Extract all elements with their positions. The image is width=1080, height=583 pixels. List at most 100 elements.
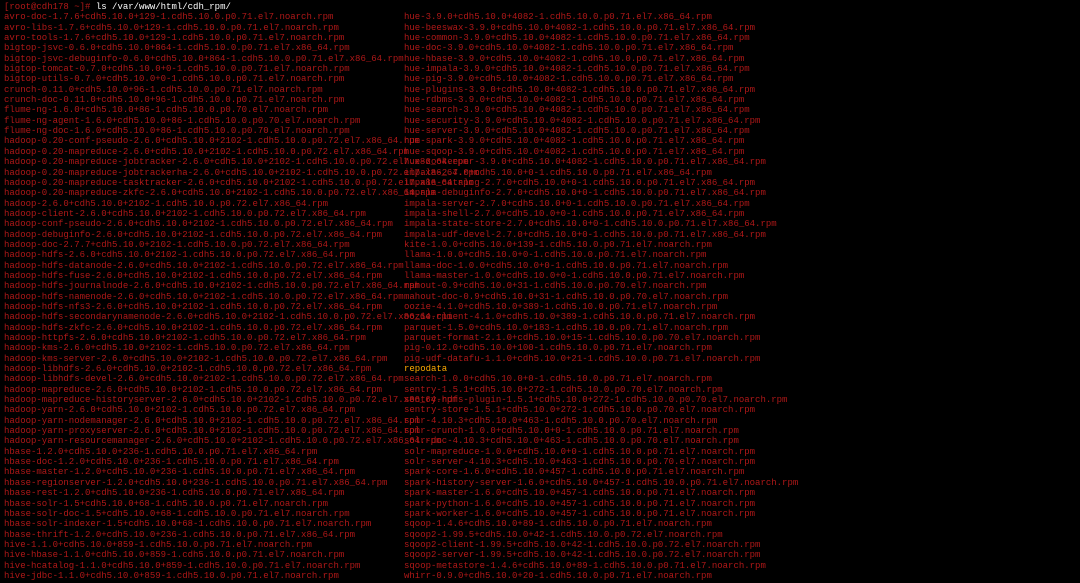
file-entry: hadoop-mapreduce-historyserver-2.6.0+cdh… [4,395,404,405]
file-entry: spark-master-1.6.0+cdh5.10.0+457-1.cdh5.… [404,488,1076,498]
file-entry: impala-2.7.0+cdh5.10.0+0-1.cdh5.10.0.p0.… [404,168,1076,178]
file-entry: hbase-solr-doc-1.5+cdh5.10.0+68-1.cdh5.1… [4,509,404,519]
file-entry: hadoop-httpfs-2.6.0+cdh5.10.0+2102-1.cdh… [4,333,404,343]
file-entry: hadoop-kms-server-2.6.0+cdh5.10.0+2102-1… [4,354,404,364]
file-entry: avro-tools-1.7.6+cdh5.10.0+129-1.cdh5.10… [4,33,404,43]
file-entry: hadoop-hdfs-fuse-2.6.0+cdh5.10.0+2102-1.… [4,271,404,281]
file-entry: hue-impala-3.9.0+cdh5.10.0+4082-1.cdh5.1… [404,64,1076,74]
file-entry: pig-0.12.0+cdh5.10.0+100-1.cdh5.10.0.p0.… [404,343,1076,353]
file-entry: impala-udf-devel-2.7.0+cdh5.10.0+0-1.cdh… [404,230,1076,240]
command: ls [96,2,107,12]
file-entry: hbase-solr-1.5+cdh5.10.0+68-1.cdh5.10.0.… [4,499,404,509]
file-entry: hadoop-yarn-proxyserver-2.6.0+cdh5.10.0+… [4,426,404,436]
shell-prompt: [root@cdh178 ~]# ls /var/www/html/cdh_rp… [4,2,1076,12]
file-entry: whirr-0.9.0+cdh5.10.0+20-1.cdh5.10.0.p0.… [404,571,1076,581]
file-entry: impala-debuginfo-2.7.0+cdh5.10.0+0-1.cdh… [404,188,1076,198]
file-entry: sentry-1.5.1+cdh5.10.0+272-1.cdh5.10.0.p… [404,385,1076,395]
file-entry: impala-server-2.7.0+cdh5.10.0+0-1.cdh5.1… [404,199,1076,209]
file-entry: impala-catalog-2.7.0+cdh5.10.0+0-1.cdh5.… [404,178,1076,188]
file-entry: bigtop-utils-0.7.0+cdh5.10.0+0-1.cdh5.10… [4,74,404,84]
file-entry: hue-3.9.0+cdh5.10.0+4082-1.cdh5.10.0.p0.… [404,12,1076,22]
file-entry: solr-server-4.10.3+cdh5.10.0+463-1.cdh5.… [404,457,1076,467]
file-entry: hadoop-hdfs-journalnode-2.6.0+cdh5.10.0+… [4,281,404,291]
file-column-1: avro-doc-1.7.6+cdh5.10.0+129-1.cdh5.10.0… [4,12,404,581]
file-entry: hue-spark-3.9.0+cdh5.10.0+4082-1.cdh5.10… [404,136,1076,146]
file-entry: flume-ng-doc-1.6.0+cdh5.10.0+86-1.cdh5.1… [4,126,404,136]
file-entry: hadoop-libhdfs-devel-2.6.0+cdh5.10.0+210… [4,374,404,384]
file-entry: hue-search-3.9.0+cdh5.10.0+4082-1.cdh5.1… [404,105,1076,115]
ls-output: avro-doc-1.7.6+cdh5.10.0+129-1.cdh5.10.0… [4,12,1076,581]
file-entry: hadoop-0.20-mapreduce-tasktracker-2.6.0+… [4,178,404,188]
file-entry: hive-1.1.0+cdh5.10.0+859-1.cdh5.10.0.p0.… [4,540,404,550]
file-entry: hue-common-3.9.0+cdh5.10.0+4082-1.cdh5.1… [404,33,1076,43]
file-entry: hadoop-debuginfo-2.6.0+cdh5.10.0+2102-1.… [4,230,404,240]
file-entry: hadoop-hdfs-zkfc-2.6.0+cdh5.10.0+2102-1.… [4,323,404,333]
file-entry: hive-hbase-1.1.0+cdh5.10.0+859-1.cdh5.10… [4,550,404,560]
file-entry: mahout-0.9+cdh5.10.0+31-1.cdh5.10.0.p0.7… [404,281,1076,291]
file-entry: hue-plugins-3.9.0+cdh5.10.0+4082-1.cdh5.… [404,85,1076,95]
file-entry: hive-hcatalog-1.1.0+cdh5.10.0+859-1.cdh5… [4,561,404,571]
file-entry: hadoop-0.20-mapreduce-jobtracker-2.6.0+c… [4,157,404,167]
file-entry: sqoop2-1.99.5+cdh5.10.0+42-1.cdh5.10.0.p… [404,530,1076,540]
file-entry: spark-python-1.6.0+cdh5.10.0+457-1.cdh5.… [404,499,1076,509]
file-entry: llama-doc-1.0.0+cdh5.10.0+0-1.cdh5.10.0.… [404,261,1076,271]
file-entry: flume-ng-agent-1.6.0+cdh5.10.0+86-1.cdh5… [4,116,404,126]
file-entry: hadoop-yarn-resourcemanager-2.6.0+cdh5.1… [4,436,404,446]
file-entry: avro-doc-1.7.6+cdh5.10.0+129-1.cdh5.10.0… [4,12,404,22]
file-entry: parquet-format-2.1.0+cdh5.10.0+15-1.cdh5… [404,333,1076,343]
file-entry: hadoop-hdfs-nfs3-2.6.0+cdh5.10.0+2102-1.… [4,302,404,312]
file-entry: hadoop-hdfs-secondarynamenode-2.6.0+cdh5… [4,312,404,322]
path-arg: /var/www/html/cdh_rpm/ [112,2,231,12]
file-entry: hadoop-0.20-mapreduce-zkfc-2.6.0+cdh5.10… [4,188,404,198]
file-entry: hbase-regionserver-1.2.0+cdh5.10.0+236-1… [4,478,404,488]
file-entry: sqoop2-server-1.99.5+cdh5.10.0+42-1.cdh5… [404,550,1076,560]
file-entry: sqoop-metastore-1.4.6+cdh5.10.0+89-1.cdh… [404,561,1076,571]
file-entry: hue-server-3.9.0+cdh5.10.0+4082-1.cdh5.1… [404,126,1076,136]
file-entry: mahout-doc-0.9+cdh5.10.0+31-1.cdh5.10.0.… [404,292,1076,302]
file-entry: hadoop-kms-2.6.0+cdh5.10.0+2102-1.cdh5.1… [4,343,404,353]
file-entry: hue-security-3.9.0+cdh5.10.0+4082-1.cdh5… [404,116,1076,126]
file-entry: avro-libs-1.7.6+cdh5.10.0+129-1.cdh5.10.… [4,23,404,33]
file-entry: hadoop-mapreduce-2.6.0+cdh5.10.0+2102-1.… [4,385,404,395]
file-entry: impala-shell-2.7.0+cdh5.10.0+0-1.cdh5.10… [404,209,1076,219]
file-entry: search-1.0.0+cdh5.10.0+0-1.cdh5.10.0.p0.… [404,374,1076,384]
file-entry: hbase-master-1.2.0+cdh5.10.0+236-1.cdh5.… [4,467,404,477]
user-host: [root@cdh178 ~]# [4,2,90,12]
file-entry: hbase-thrift-1.2.0+cdh5.10.0+236-1.cdh5.… [4,530,404,540]
file-entry: solr-4.10.3+cdh5.10.0+463-1.cdh5.10.0.p0… [404,416,1076,426]
file-entry: spark-worker-1.6.0+cdh5.10.0+457-1.cdh5.… [404,509,1076,519]
directory-entry: repodata [404,364,1076,374]
file-entry: hive-jdbc-1.1.0+cdh5.10.0+859-1.cdh5.10.… [4,571,404,581]
file-entry: bigtop-jsvc-0.6.0+cdh5.10.0+864-1.cdh5.1… [4,43,404,53]
file-entry: flume-ng-1.6.0+cdh5.10.0+86-1.cdh5.10.0.… [4,105,404,115]
file-entry: bigtop-tomcat-0.7.0+cdh5.10.0+0-1.cdh5.1… [4,64,404,74]
file-entry: kite-1.0.0+cdh5.10.0+139-1.cdh5.10.0.p0.… [404,240,1076,250]
file-entry: oozie-4.1.0+cdh5.10.0+389-1.cdh5.10.0.p0… [404,302,1076,312]
file-entry: crunch-0.11.0+cdh5.10.0+96-1.cdh5.10.0.p… [4,85,404,95]
file-entry: hue-hbase-3.9.0+cdh5.10.0+4082-1.cdh5.10… [404,54,1076,64]
file-entry: hbase-1.2.0+cdh5.10.0+236-1.cdh5.10.0.p0… [4,447,404,457]
file-entry: hue-beeswax-3.9.0+cdh5.10.0+4082-1.cdh5.… [404,23,1076,33]
file-entry: hadoop-0.20-mapreduce-2.6.0+cdh5.10.0+21… [4,147,404,157]
file-entry: solr-crunch-1.0.0+cdh5.10.0+0-1.cdh5.10.… [404,426,1076,436]
file-entry: spark-history-server-1.6.0+cdh5.10.0+457… [404,478,1076,488]
file-entry: hue-pig-3.9.0+cdh5.10.0+4082-1.cdh5.10.0… [404,74,1076,84]
file-entry: parquet-1.5.0+cdh5.10.0+183-1.cdh5.10.0.… [404,323,1076,333]
file-entry: crunch-doc-0.11.0+cdh5.10.0+96-1.cdh5.10… [4,95,404,105]
file-entry: hadoop-yarn-2.6.0+cdh5.10.0+2102-1.cdh5.… [4,405,404,415]
file-entry: hadoop-0.20-mapreduce-jobtrackerha-2.6.0… [4,168,404,178]
file-entry: solr-doc-4.10.3+cdh5.10.0+463-1.cdh5.10.… [404,436,1076,446]
file-entry: hadoop-conf-pseudo-2.6.0+cdh5.10.0+2102-… [4,219,404,229]
file-entry: llama-1.0.0+cdh5.10.0+0-1.cdh5.10.0.p0.7… [404,250,1076,260]
file-entry: hadoop-hdfs-datanode-2.6.0+cdh5.10.0+210… [4,261,404,271]
file-entry: hbase-doc-1.2.0+cdh5.10.0+236-1.cdh5.10.… [4,457,404,467]
file-entry: sentry-store-1.5.1+cdh5.10.0+272-1.cdh5.… [404,405,1076,415]
file-entry: oozie-client-4.1.0+cdh5.10.0+389-1.cdh5.… [404,312,1076,322]
file-entry: hbase-solr-indexer-1.5+cdh5.10.0+68-1.cd… [4,519,404,529]
file-entry: hue-sqoop-3.9.0+cdh5.10.0+4082-1.cdh5.10… [404,147,1076,157]
file-column-2: hue-3.9.0+cdh5.10.0+4082-1.cdh5.10.0.p0.… [404,12,1076,581]
file-entry: hadoop-yarn-nodemanager-2.6.0+cdh5.10.0+… [4,416,404,426]
file-entry: hadoop-libhdfs-2.6.0+cdh5.10.0+2102-1.cd… [4,364,404,374]
file-entry: hadoop-0.20-conf-pseudo-2.6.0+cdh5.10.0+… [4,136,404,146]
file-entry: spark-core-1.6.0+cdh5.10.0+457-1.cdh5.10… [404,467,1076,477]
